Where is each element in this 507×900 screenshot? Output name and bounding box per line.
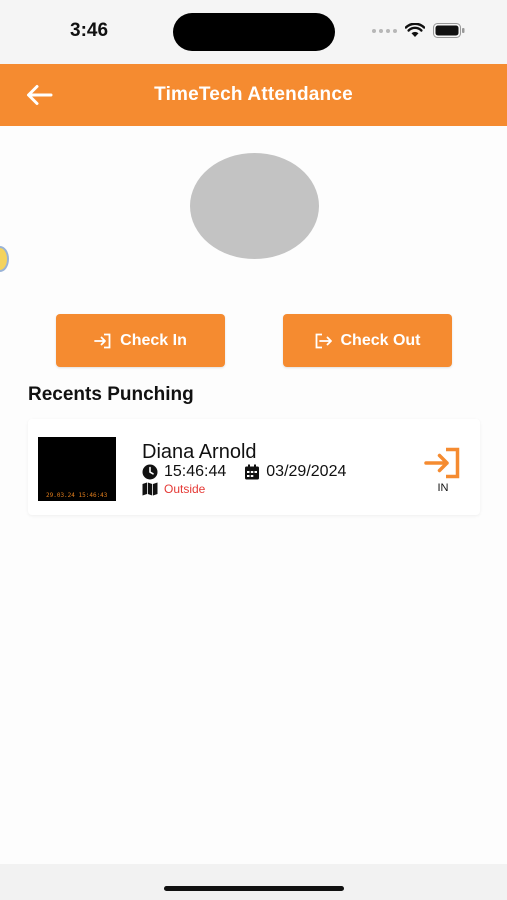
calendar-icon xyxy=(245,464,260,480)
bottom-bar xyxy=(0,864,507,900)
punch-location-row: Outside xyxy=(142,482,205,496)
sign-in-icon xyxy=(94,333,111,348)
sign-out-icon xyxy=(316,333,333,348)
floating-edge-indicator[interactable] xyxy=(0,246,9,272)
avatar[interactable] xyxy=(190,153,319,259)
battery-icon xyxy=(433,23,465,38)
punch-time-row: 15:46:44 03/29/2024 xyxy=(142,463,346,481)
sign-in-icon xyxy=(424,447,460,479)
status-time: 3:46 xyxy=(70,20,109,41)
punch-photo-thumbnail[interactable]: 29.03.24 15:46:43 xyxy=(38,437,116,501)
check-out-button[interactable]: Check Out xyxy=(283,314,452,367)
dynamic-island xyxy=(173,13,335,51)
check-in-button[interactable]: Check In xyxy=(56,314,225,367)
status-bar: 3:46 xyxy=(0,0,507,64)
section-title-recents: Recents Punching xyxy=(28,384,194,405)
wifi-icon xyxy=(405,23,425,37)
punch-record-card[interactable]: 29.03.24 15:46:43 Diana Arnold 15:46:44 … xyxy=(28,419,480,515)
signal-dots-icon xyxy=(372,28,397,33)
employee-name: Diana Arnold xyxy=(142,441,257,463)
punch-date: 03/29/2024 xyxy=(266,463,347,480)
photo-timestamp: 29.03.24 15:46:43 xyxy=(46,492,108,499)
punch-status: IN xyxy=(422,447,464,494)
punch-time: 15:46:44 xyxy=(164,463,227,480)
punch-status-label: IN xyxy=(437,482,449,494)
app-header: TimeTech Attendance xyxy=(0,64,507,126)
check-out-label: Check Out xyxy=(340,331,421,349)
clock-icon xyxy=(142,464,158,480)
punch-location: Outside xyxy=(164,482,206,496)
home-indicator[interactable] xyxy=(164,886,344,891)
page-title: TimeTech Attendance xyxy=(154,84,353,105)
status-icons xyxy=(372,23,465,38)
map-icon xyxy=(142,482,158,496)
check-in-label: Check In xyxy=(120,331,187,349)
